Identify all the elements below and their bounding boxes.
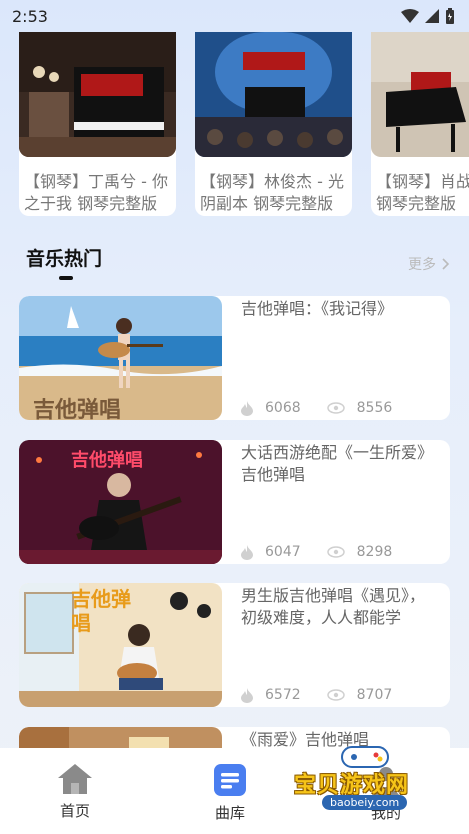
views-count: 8556 bbox=[356, 400, 393, 416]
item-thumbnail: 吉他弹唱 bbox=[19, 296, 222, 420]
section-title: 音乐热门 bbox=[26, 248, 103, 270]
item-stats: 6068 8556 bbox=[241, 400, 392, 416]
home-icon bbox=[58, 764, 92, 794]
thumb-caption: 吉他弹唱 bbox=[71, 450, 143, 471]
list-item[interactable]: 吉他弹唱 男生版吉他弹唱《遇见》，初级难度，人人都能学 6572 8707 bbox=[19, 583, 450, 707]
chevron-right-icon bbox=[442, 258, 450, 270]
status-time: 2:53 bbox=[12, 6, 48, 26]
more-label: 更多 bbox=[408, 257, 436, 273]
top-card[interactable]: 【钢琴】肖战 - 我们 钢琴完整版 bbox=[371, 32, 469, 216]
status-icons bbox=[401, 8, 455, 24]
fire-icon bbox=[241, 687, 253, 703]
item-thumbnail: 吉他弹唱 bbox=[19, 440, 222, 564]
plays-stat: 6047 bbox=[241, 544, 301, 560]
section-header: 音乐热门 更多 bbox=[26, 244, 450, 284]
fire-icon bbox=[241, 400, 253, 416]
gamepad-icon bbox=[341, 746, 389, 768]
item-title: 吉他弹唱：《我记得》 bbox=[241, 299, 394, 318]
nav-home-label: 首页 bbox=[59, 802, 90, 820]
plays-count: 6047 bbox=[265, 544, 301, 560]
watermark-url: baobeiy.com bbox=[322, 795, 408, 810]
item-thumbnail: 吉他弹唱 bbox=[19, 583, 222, 707]
views-stat: 8556 bbox=[326, 400, 393, 416]
thumb-caption: 吉他弹唱 bbox=[71, 587, 131, 635]
eye-icon bbox=[326, 402, 345, 414]
thumb-caption: 吉他弹唱 bbox=[33, 398, 122, 420]
item-title: 男生版吉他弹唱《遇见》，初级难度，人人都能学 bbox=[241, 586, 426, 627]
top-card[interactable]: 【钢琴】林俊杰 - 光阴副本 钢琴完整版 bbox=[195, 32, 352, 216]
battery-icon bbox=[446, 8, 454, 24]
wifi-icon bbox=[401, 9, 419, 23]
list-item[interactable]: 吉他弹唱 大话西游绝配《一生所爱》吉他弹唱 6047 8298 bbox=[19, 440, 450, 564]
item-stats: 6572 8707 bbox=[241, 687, 392, 703]
views-stat: 8707 bbox=[326, 687, 393, 703]
eye-icon bbox=[326, 689, 345, 701]
top-card-title: 【钢琴】肖战 - 我们 钢琴完整版 bbox=[376, 172, 469, 213]
plays-count: 6068 bbox=[265, 400, 301, 416]
plays-count: 6572 bbox=[265, 687, 301, 703]
watermark-logo: 宝贝游戏网 baobeiy.com bbox=[292, 745, 442, 825]
top-card-thumbnail bbox=[195, 32, 352, 157]
list-item[interactable]: 吉他弹唱 吉他弹唱：《我记得》 6068 8556 bbox=[19, 296, 450, 420]
plays-stat: 6572 bbox=[241, 687, 301, 703]
item-title: 大话西游绝配《一生所爱》吉他弹唱 bbox=[241, 443, 434, 484]
top-card-thumbnail bbox=[19, 32, 176, 157]
views-count: 8298 bbox=[356, 544, 393, 560]
signal-icon bbox=[425, 9, 439, 23]
nav-library[interactable]: 曲库 bbox=[214, 764, 246, 823]
eye-icon bbox=[326, 546, 345, 558]
top-card[interactable]: 【钢琴】丁禹兮 - 你之于我 钢琴完整版 bbox=[19, 32, 176, 216]
top-carousel[interactable]: 【钢琴】丁禹兮 - 你之于我 钢琴完整版 【钢琴】林俊杰 - 光阴副本 钢琴完整… bbox=[19, 32, 469, 216]
item-stats: 6047 8298 bbox=[241, 544, 392, 560]
views-stat: 8298 bbox=[326, 544, 393, 560]
top-card-title: 【钢琴】林俊杰 - 光阴副本 钢琴完整版 bbox=[200, 172, 344, 213]
nav-home[interactable]: 首页 bbox=[58, 764, 92, 821]
more-link[interactable]: 更多 bbox=[408, 254, 450, 274]
plays-stat: 6068 bbox=[241, 400, 301, 416]
library-icon bbox=[214, 764, 246, 796]
top-card-thumbnail bbox=[371, 32, 469, 157]
status-bar: 2:53 bbox=[0, 0, 469, 32]
views-count: 8707 bbox=[356, 687, 393, 703]
top-card-title: 【钢琴】丁禹兮 - 你之于我 钢琴完整版 bbox=[24, 172, 168, 213]
section-underline bbox=[59, 276, 73, 280]
fire-icon bbox=[241, 544, 253, 560]
nav-library-label: 曲库 bbox=[214, 804, 245, 822]
